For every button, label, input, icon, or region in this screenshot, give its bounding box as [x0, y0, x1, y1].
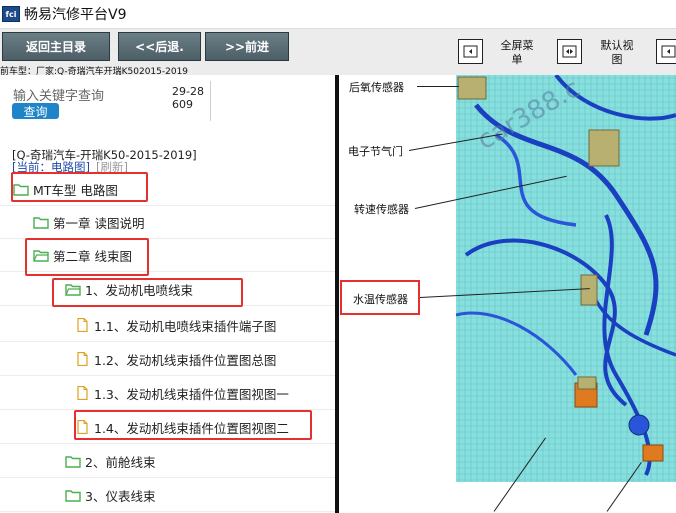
tree-item-label: MT车型 电路图: [33, 182, 118, 198]
tree-item-label: 3、仪表线束: [85, 488, 156, 504]
title-bar: fci 畅易汽修平台V9: [0, 0, 676, 29]
callout-highlight-box: [340, 280, 420, 315]
diagram-pane: car388.c 后氧传感器 电子节气门 转速传感器 水温传感器: [339, 75, 676, 513]
leader-line: [417, 86, 459, 87]
tree-item-engine-harness[interactable]: 1、发动机电喷线束: [0, 273, 335, 306]
folder-icon: [65, 488, 81, 502]
document-icon: [74, 420, 90, 434]
app-logo-icon: fci: [2, 6, 20, 22]
fullscreen-menu-icon[interactable]: [458, 39, 483, 64]
tree-item-chapter2[interactable]: 第二章 线束图: [0, 239, 335, 272]
forward-button[interactable]: >>前进: [205, 32, 289, 61]
tree-item-label: 1.2、发动机线束插件位置图总图: [94, 352, 277, 368]
tree-item-chapter1[interactable]: 第一章 读图说明: [0, 206, 335, 239]
search-input[interactable]: 输入关键字查询: [13, 85, 104, 104]
current-link[interactable]: [当前：电路图]: [12, 160, 90, 174]
document-icon: [74, 386, 90, 400]
tree-item-doc-1-2[interactable]: 1.2、发动机线束插件位置图总图: [0, 343, 335, 376]
folder-icon: [13, 182, 29, 196]
default-view-button[interactable]: 默认视图: [597, 39, 637, 67]
tree-item-label: 1.4、发动机线束插件位置图视图二: [94, 420, 289, 436]
tree-item-label: 2、前舱线束: [85, 454, 156, 470]
tree-item-label: 1.1、发动机电喷线束插件端子图: [94, 318, 277, 334]
tree-item-front-harness[interactable]: 2、前舱线束: [0, 445, 335, 478]
callout-rear-o2-sensor: 后氧传感器: [349, 81, 404, 94]
tree-item-doc-1-4[interactable]: 1.4、发动机线束插件位置图视图二: [0, 411, 335, 444]
tree-item-label: 第一章 读图说明: [53, 215, 145, 231]
panel-toggle-icon[interactable]: [656, 39, 676, 64]
tree-item-mt-circuit[interactable]: MT车型 电路图: [0, 173, 335, 206]
tree-item-label: 1.3、发动机线束插件位置图视图一: [94, 386, 289, 402]
folder-icon: [33, 215, 49, 229]
default-view-icon[interactable]: [557, 39, 582, 64]
tree-item-label: 第二章 线束图: [53, 248, 132, 264]
back-button[interactable]: <<后退.: [118, 32, 201, 61]
document-code: 29-28609: [172, 85, 204, 111]
document-icon: [74, 352, 90, 366]
window-title: 畅易汽修平台V9: [24, 7, 127, 23]
tree-item-doc-1-3[interactable]: 1.3、发动机线束插件位置图视图一: [0, 377, 335, 410]
callout-throttle: 电子节气门: [348, 145, 403, 158]
home-button[interactable]: 返回主目录: [2, 32, 110, 61]
toolbar: 返回主目录 <<后退. >>前进 全屏菜单 默认视图 前车型：厂家:Q-奇瑞汽车…: [0, 29, 676, 77]
tree-item-label: 1、发动机电喷线束: [85, 282, 193, 298]
callout-speed-sensor: 转速传感器: [354, 203, 409, 216]
document-icon: [74, 318, 90, 332]
folder-open-icon: [33, 248, 49, 262]
left-pane: 输入关键字查询 查询 29-28609 [Q-奇瑞汽车-开瑞K50-2015-2…: [0, 75, 335, 513]
search-button[interactable]: 查询: [12, 103, 59, 119]
divider: [210, 81, 211, 121]
folder-icon: [65, 454, 81, 468]
fullscreen-menu-button[interactable]: 全屏菜单: [497, 39, 537, 67]
folder-open-icon: [65, 282, 81, 296]
refresh-link[interactable]: [刷新]: [96, 160, 128, 174]
tree-item-doc-1-1[interactable]: 1.1、发动机电喷线束插件端子图: [0, 309, 335, 342]
tree-item-dash-harness[interactable]: 3、仪表线束: [0, 479, 335, 512]
